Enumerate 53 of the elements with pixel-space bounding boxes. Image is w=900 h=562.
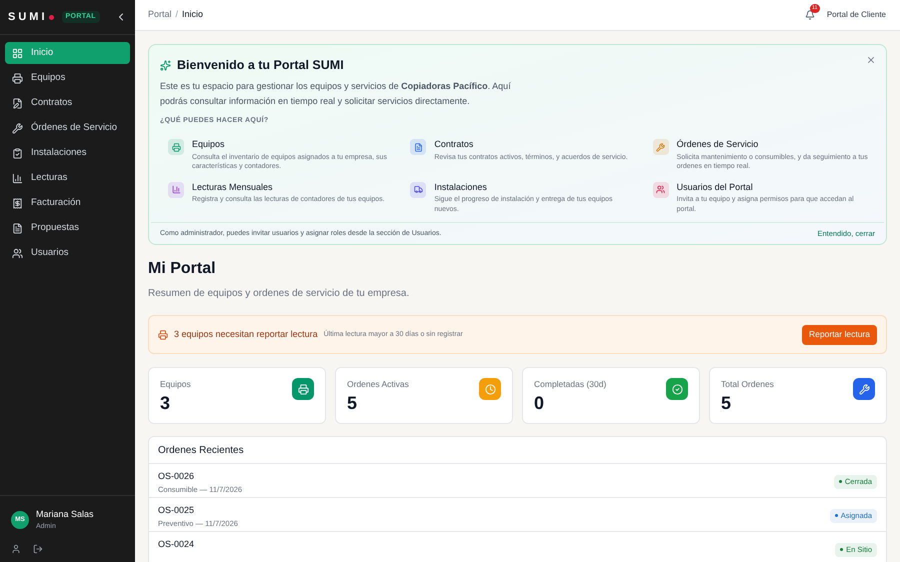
feature-title: Órdenes de Servicio [676, 138, 760, 152]
nav-item[interactable]: Equipos [5, 67, 130, 89]
user-name: Mariana Salas [36, 508, 94, 521]
stat-value: 0 [534, 392, 546, 414]
feature-title: Equipos [192, 138, 226, 152]
profile-icon[interactable] [11, 544, 21, 554]
feature-title: Instalaciones [434, 180, 488, 194]
alert-message: 3 equipos necesitan reportar lectura [174, 328, 318, 341]
feature-title: Usuarios del Portal [676, 180, 754, 194]
page-title: Mi Portal [148, 259, 217, 280]
portal-label: Portal de Cliente [826, 9, 886, 21]
users-icon [12, 248, 23, 258]
breadcrumb-item[interactable]: Portal [148, 8, 172, 22]
breadcrumb-separator: / [176, 8, 178, 22]
wrench-icon [12, 122, 23, 134]
nav-item[interactable]: Instalaciones [5, 142, 130, 164]
card-title: Ordenes Recientes [158, 444, 244, 458]
stat-value: 5 [721, 392, 732, 414]
close-button[interactable] [866, 55, 876, 65]
nav-item[interactable]: Contratos [5, 92, 130, 114]
nav-item[interactable]: Facturación [5, 192, 130, 214]
feature-title: Lecturas Mensuales [192, 180, 274, 194]
order-id: OS-0024 [158, 538, 194, 552]
order-id: OS-0026 [158, 470, 196, 484]
receipt-icon [12, 198, 23, 208]
nav-item[interactable]: Lecturas [5, 167, 130, 189]
report-reading-button[interactable]: Reportar lectura [802, 324, 877, 345]
notifications-icon[interactable] [804, 10, 815, 20]
stat-label: Ordenes Activas [347, 378, 409, 391]
stat-label: Equipos [160, 378, 191, 391]
printer-icon [158, 330, 168, 340]
stat-value: 3 [160, 392, 172, 414]
clipboard-check-icon [12, 148, 23, 158]
nav-item[interactable]: Propuestas [5, 217, 130, 239]
welcome-title: Bienvenido a tu Portal SUMI [177, 57, 344, 74]
nav-item[interactable]: Órdenes de Servicio [5, 117, 130, 139]
feature-title: Contratos [434, 138, 474, 152]
grid-icon [12, 48, 23, 58]
logo: SUMI [8, 10, 48, 25]
stat-label: Total Ordenes [721, 378, 774, 391]
page-subtitle: Resumen de equipos y ordenes de servicio de tu empresa. [148, 287, 410, 302]
file-pen-icon [12, 98, 23, 108]
welcome-intro: Este es tu espacio para gestionar los equipos y servicios de Copiadoras Pacífico. Aquí podrás consultar información en tiempo real y solicitar servicios directamente. [160, 80, 512, 108]
sparkles-icon [160, 60, 171, 71]
stat-label: Completadas (30d) [534, 378, 606, 391]
logout-icon[interactable] [33, 544, 43, 554]
order-id: OS-0025 [158, 504, 196, 518]
stat-value: 5 [347, 392, 358, 414]
nav-item[interactable]: Usuarios [5, 242, 130, 264]
bar-chart-icon [12, 172, 23, 184]
breadcrumb-item: Inicio [182, 8, 204, 22]
printer-icon [12, 72, 23, 84]
document-icon [12, 222, 23, 234]
